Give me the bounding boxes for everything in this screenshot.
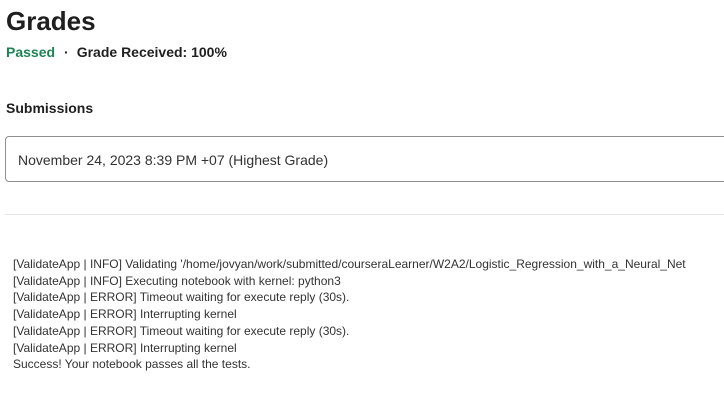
log-line: [ValidateApp | ERROR] Interrupting kerne… [13,340,237,355]
submission-select[interactable]: November 24, 2023 8:39 PM +07 (Highest G… [5,136,724,182]
grade-received-label: Grade Received: 100% [76,44,227,60]
log-line: [ValidateApp | ERROR] Interrupting kerne… [13,307,237,322]
grader-log-output: [ValidateApp | INFO] Validating '/home/j… [13,256,724,373]
divider [5,214,724,215]
log-line: [ValidateApp | INFO] Executing notebook … [13,273,341,288]
submission-select-value: November 24, 2023 8:39 PM +07 (Highest G… [18,152,329,168]
grade-summary: Passed · Grade Received: 100% [6,43,227,61]
submissions-heading: Submissions [6,100,94,116]
log-line: [ValidateApp | INFO] Validating '/home/j… [13,257,686,271]
dot-separator: · [64,44,69,60]
log-line: [ValidateApp | ERROR] Timeout waiting fo… [13,323,350,338]
page-title: Grades [6,6,96,36]
log-line: Success! Your notebook passes all the te… [13,357,251,372]
status-passed-label: Passed [6,44,56,60]
log-line: [ValidateApp | ERROR] Timeout waiting fo… [13,290,350,305]
